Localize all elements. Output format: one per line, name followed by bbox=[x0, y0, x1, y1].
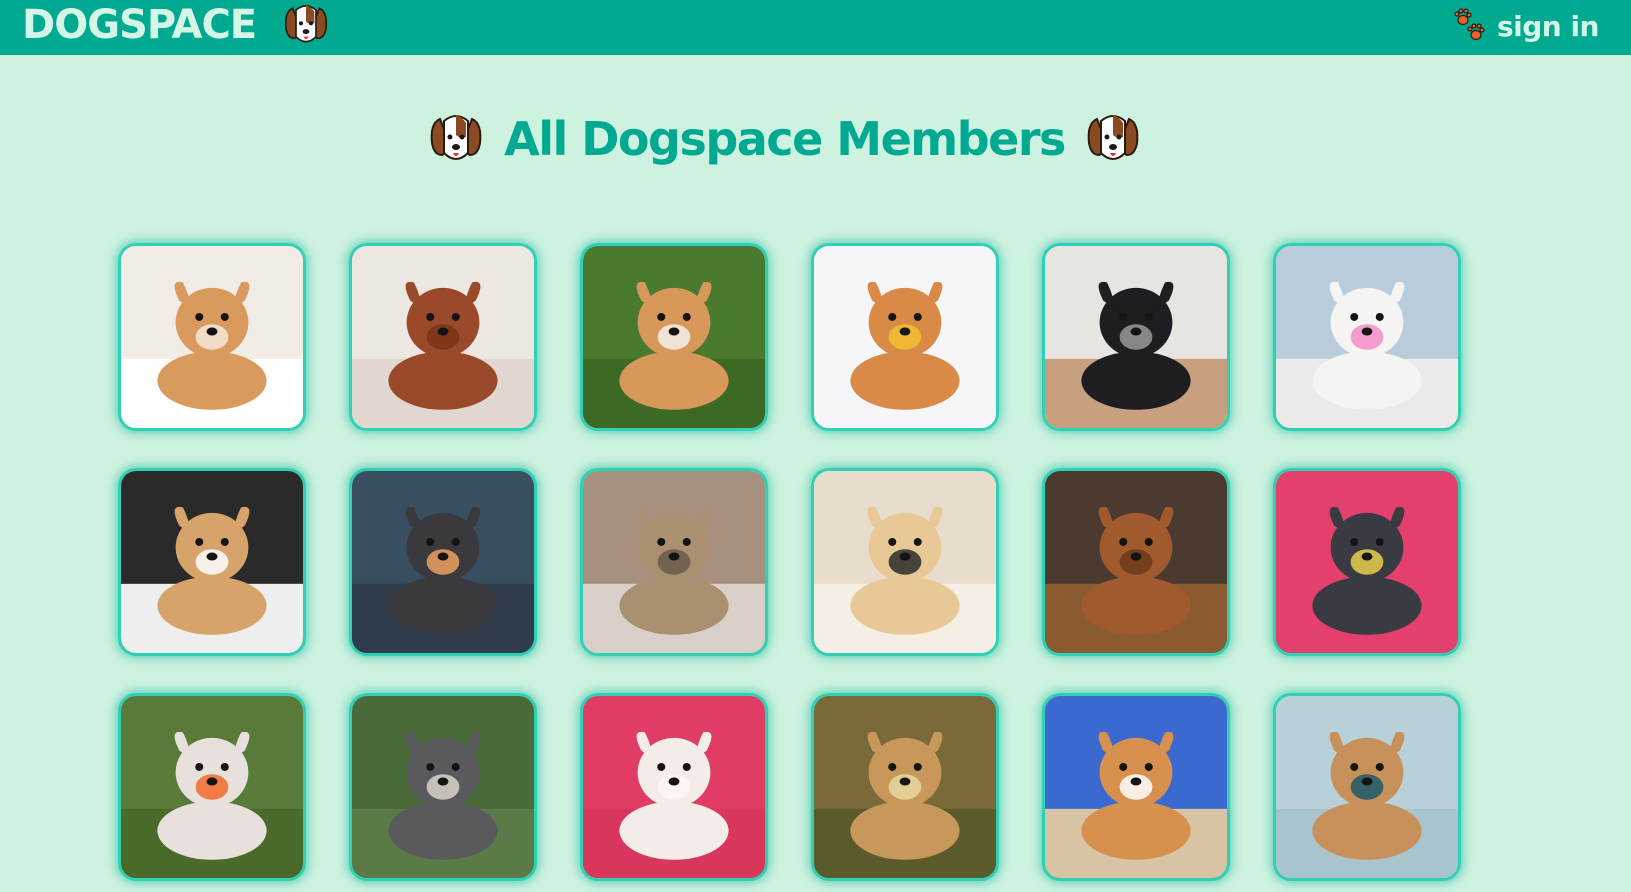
dog-photo bbox=[583, 246, 765, 428]
member-photo-puppy-on-grass[interactable] bbox=[580, 243, 768, 431]
dog-face-icon bbox=[1083, 108, 1143, 170]
member-photo-white-poodle[interactable] bbox=[580, 693, 768, 881]
member-photo-chow-with-sunglasses[interactable] bbox=[118, 468, 306, 656]
dog-photo bbox=[1276, 471, 1458, 653]
member-photo-fluffy-terrier[interactable] bbox=[580, 468, 768, 656]
member-photo-white-dog-pink-glasses[interactable] bbox=[1273, 243, 1461, 431]
member-photo-shiba-on-fluffy-rug[interactable] bbox=[118, 243, 306, 431]
dog-photo bbox=[352, 246, 534, 428]
page-title: All Dogspace Members bbox=[504, 112, 1066, 166]
member-photo-schnauzer-portrait[interactable] bbox=[349, 693, 537, 881]
member-photo-saluki-portrait[interactable] bbox=[1273, 693, 1461, 881]
dog-photo bbox=[1276, 246, 1458, 428]
dog-photo bbox=[814, 696, 996, 878]
dog-photo bbox=[583, 471, 765, 653]
member-photo-brown-mastiff[interactable] bbox=[349, 243, 537, 431]
sign-in-label: sign in bbox=[1496, 9, 1600, 43]
dog-photo bbox=[1045, 471, 1227, 653]
dog-photo bbox=[352, 696, 534, 878]
member-photo-pug-with-glasses[interactable] bbox=[1042, 243, 1230, 431]
member-photo-husky-in-snow[interactable] bbox=[349, 468, 537, 656]
page-heading: All Dogspace Members bbox=[0, 108, 1631, 170]
dog-photo bbox=[1276, 696, 1458, 878]
member-photo-labrador-with-glasses[interactable] bbox=[811, 468, 999, 656]
dog-photo bbox=[352, 471, 534, 653]
member-photo-aussie-with-ball[interactable] bbox=[118, 693, 306, 881]
dog-photo bbox=[121, 696, 303, 878]
members-grid bbox=[118, 243, 1461, 881]
member-photo-corgi-on-beach[interactable] bbox=[1042, 693, 1230, 881]
dog-photo bbox=[1045, 696, 1227, 878]
dog-photo bbox=[121, 246, 303, 428]
dog-photo bbox=[121, 471, 303, 653]
paw-prints-icon bbox=[1453, 8, 1487, 44]
dog-photo bbox=[1045, 246, 1227, 428]
dog-face-icon[interactable] bbox=[280, 0, 332, 50]
dog-photo bbox=[583, 696, 765, 878]
app-logo-text[interactable]: DOGSPACE bbox=[22, 2, 257, 48]
dog-photo bbox=[814, 471, 996, 653]
top-nav-bar: DOGSPACE sign in bbox=[0, 0, 1631, 55]
member-photo-yorkie-in-flowers[interactable] bbox=[811, 693, 999, 881]
dog-photo bbox=[814, 246, 996, 428]
sign-in-button[interactable]: sign in bbox=[1453, 6, 1600, 46]
member-photo-chihuahua-with-bowtie[interactable] bbox=[1273, 468, 1461, 656]
dog-face-icon bbox=[426, 108, 486, 170]
member-photo-shiba-with-yellow-beanie[interactable] bbox=[811, 243, 999, 431]
member-photo-poodle-mix-on-sand[interactable] bbox=[1042, 468, 1230, 656]
